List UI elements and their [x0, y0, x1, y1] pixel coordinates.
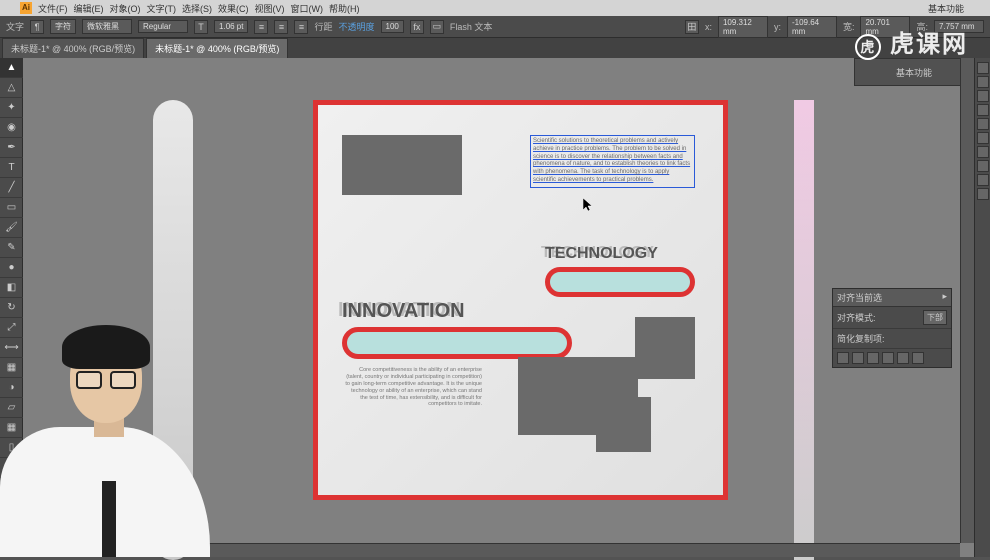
magic-wand-tool[interactable]: ✦ — [0, 98, 23, 118]
panel-menu-icon[interactable]: ▸ — [942, 291, 947, 304]
technology-text: TECHNOLOGY — [545, 245, 695, 263]
dock-graphic-styles-icon[interactable] — [977, 174, 989, 186]
rotate-tool[interactable]: ↻ — [0, 298, 23, 318]
align-top-icon[interactable] — [882, 352, 894, 364]
document-tab-bar: 未标题-1* @ 400% (RGB/预览) 未标题-1* @ 400% (RG… — [0, 38, 990, 58]
scrollbar-vertical[interactable] — [960, 58, 974, 543]
innovation-pill[interactable] — [342, 327, 572, 359]
char-panel-label[interactable]: 字符 — [50, 19, 76, 34]
dock-brushes-icon[interactable] — [977, 90, 989, 102]
leading-label: 行距 — [314, 20, 332, 33]
text-block-top-right[interactable]: Scientific solutions to theoretical prob… — [530, 135, 695, 188]
flash-label: Flash 文本 — [450, 20, 493, 33]
paintbrush-tool[interactable]: 🖌 — [0, 218, 23, 238]
menu-help[interactable]: 帮助(H) — [329, 2, 360, 15]
w-label: 宽: — [843, 20, 855, 33]
dock-color-icon[interactable] — [977, 62, 989, 74]
selected-text-frame[interactable]: Scientific solutions to theoretical prob… — [530, 135, 695, 188]
text-content-tr: Scientific solutions to theoretical prob… — [533, 138, 692, 185]
align-vcenter-icon[interactable] — [897, 352, 909, 364]
placeholder-rect-top-left[interactable] — [342, 135, 462, 195]
eraser-tool[interactable]: ◧ — [0, 278, 23, 298]
placeholder-rect-bottom[interactable] — [596, 397, 651, 452]
menu-object[interactable]: 对象(O) — [110, 2, 141, 15]
font-family-field[interactable]: 微软雅黑 — [82, 19, 132, 34]
align-center-icon[interactable]: ≡ — [274, 20, 288, 34]
dock-transparency-icon[interactable] — [977, 146, 989, 158]
technology-group[interactable]: TECHNOLOGY TECHNOLOGY — [545, 245, 695, 297]
distribute-label: 简化复制项: — [837, 332, 885, 345]
dock-swatches-icon[interactable] — [977, 76, 989, 88]
align-left-icon[interactable]: ≡ — [254, 20, 268, 34]
lasso-tool[interactable]: ◉ — [0, 118, 23, 138]
opacity-field[interactable]: 100 — [381, 20, 404, 33]
clip-icon[interactable]: ▭ — [430, 20, 444, 34]
placeholder-rect-right[interactable] — [635, 317, 695, 379]
innovation-text: INNOVATION — [342, 300, 572, 323]
dock-layers-icon[interactable] — [977, 188, 989, 200]
fx-icon[interactable]: fx — [410, 20, 424, 34]
opacity-label: 不透明度 — [339, 20, 375, 33]
selection-tool[interactable]: ▲ — [0, 58, 23, 78]
doc-tab-0[interactable]: 未标题-1* @ 400% (RGB/预览) — [2, 38, 144, 58]
text-block-bottom-left[interactable]: Core competitiveness is the ability of a… — [342, 367, 482, 408]
workspace-label[interactable]: 基本功能 — [928, 2, 964, 15]
align-right-icon[interactable] — [867, 352, 879, 364]
blob-brush-tool[interactable]: ● — [0, 258, 23, 278]
type-tool[interactable]: T — [0, 158, 23, 178]
technology-pill[interactable] — [545, 267, 695, 297]
h-label: 高: — [916, 20, 928, 33]
font-size-icon: T — [194, 20, 208, 34]
menu-window[interactable]: 窗口(W) — [291, 2, 324, 15]
align-panel-title: 对齐当前选 — [837, 291, 882, 304]
font-size-field[interactable]: 1.06 pt — [214, 20, 248, 33]
char-label: 文字 — [6, 20, 24, 33]
align-left-icon[interactable] — [837, 352, 849, 364]
rectangle-tool[interactable]: ▭ — [0, 198, 23, 218]
align-hcenter-icon[interactable] — [852, 352, 864, 364]
menu-effect[interactable]: 效果(C) — [218, 2, 249, 15]
presenter-overlay — [0, 327, 230, 557]
workspace-panel[interactable]: 基本功能 — [854, 58, 974, 86]
dock-symbols-icon[interactable] — [977, 104, 989, 116]
x-field[interactable]: 109.312 mm — [718, 16, 768, 38]
x-label: x: — [705, 22, 712, 32]
align-bottom-icon[interactable] — [912, 352, 924, 364]
line-tool[interactable]: ╱ — [0, 178, 23, 198]
align-panel[interactable]: 对齐当前选 ▸ 对齐模式: 下部 简化复制项: — [832, 288, 952, 368]
h-field[interactable]: 7.757 mm — [934, 20, 984, 33]
align-right-icon[interactable]: ≡ — [294, 20, 308, 34]
transform-anchor-icon[interactable]: 田 — [685, 20, 699, 34]
menu-type[interactable]: 文字(T) — [147, 2, 177, 15]
menu-file[interactable]: 文件(F) — [38, 2, 68, 15]
dock-gradient-icon[interactable] — [977, 132, 989, 144]
align-mode-select[interactable]: 下部 — [923, 310, 947, 325]
paragraph-icon[interactable]: ¶ — [30, 20, 44, 34]
dock-appearance-icon[interactable] — [977, 160, 989, 172]
menu-bar: Ai 文件(F) 编辑(E) 对象(O) 文字(T) 选择(S) 效果(C) 视… — [0, 0, 990, 16]
direct-selection-tool[interactable]: △ — [0, 78, 23, 98]
workspace-panel-label: 基本功能 — [896, 66, 932, 79]
pen-tool[interactable]: ✒ — [0, 138, 23, 158]
font-weight-field[interactable]: Regular — [138, 20, 188, 33]
app-icon: Ai — [20, 2, 32, 14]
y-field[interactable]: -109.64 mm — [787, 16, 837, 38]
y-label: y: — [774, 22, 781, 32]
w-field[interactable]: 20.701 mm — [860, 16, 910, 38]
doc-tab-1[interactable]: 未标题-1* @ 400% (RGB/预览) — [146, 38, 288, 58]
menu-view[interactable]: 视图(V) — [255, 2, 285, 15]
artboard[interactable]: Scientific solutions to theoretical prob… — [313, 100, 728, 500]
right-dock — [974, 58, 990, 557]
innovation-group[interactable]: INNOVATION INNOVATION — [342, 300, 572, 359]
menu-edit[interactable]: 编辑(E) — [74, 2, 104, 15]
offscreen-shape-right — [794, 100, 814, 560]
menu-select[interactable]: 选择(S) — [182, 2, 212, 15]
align-mode-label: 对齐模式: — [837, 311, 876, 324]
pencil-tool[interactable]: ✎ — [0, 238, 23, 258]
options-bar: 文字 ¶ 字符 微软雅黑 Regular T 1.06 pt ≡ ≡ ≡ 行距 … — [0, 16, 990, 38]
dock-stroke-icon[interactable] — [977, 118, 989, 130]
